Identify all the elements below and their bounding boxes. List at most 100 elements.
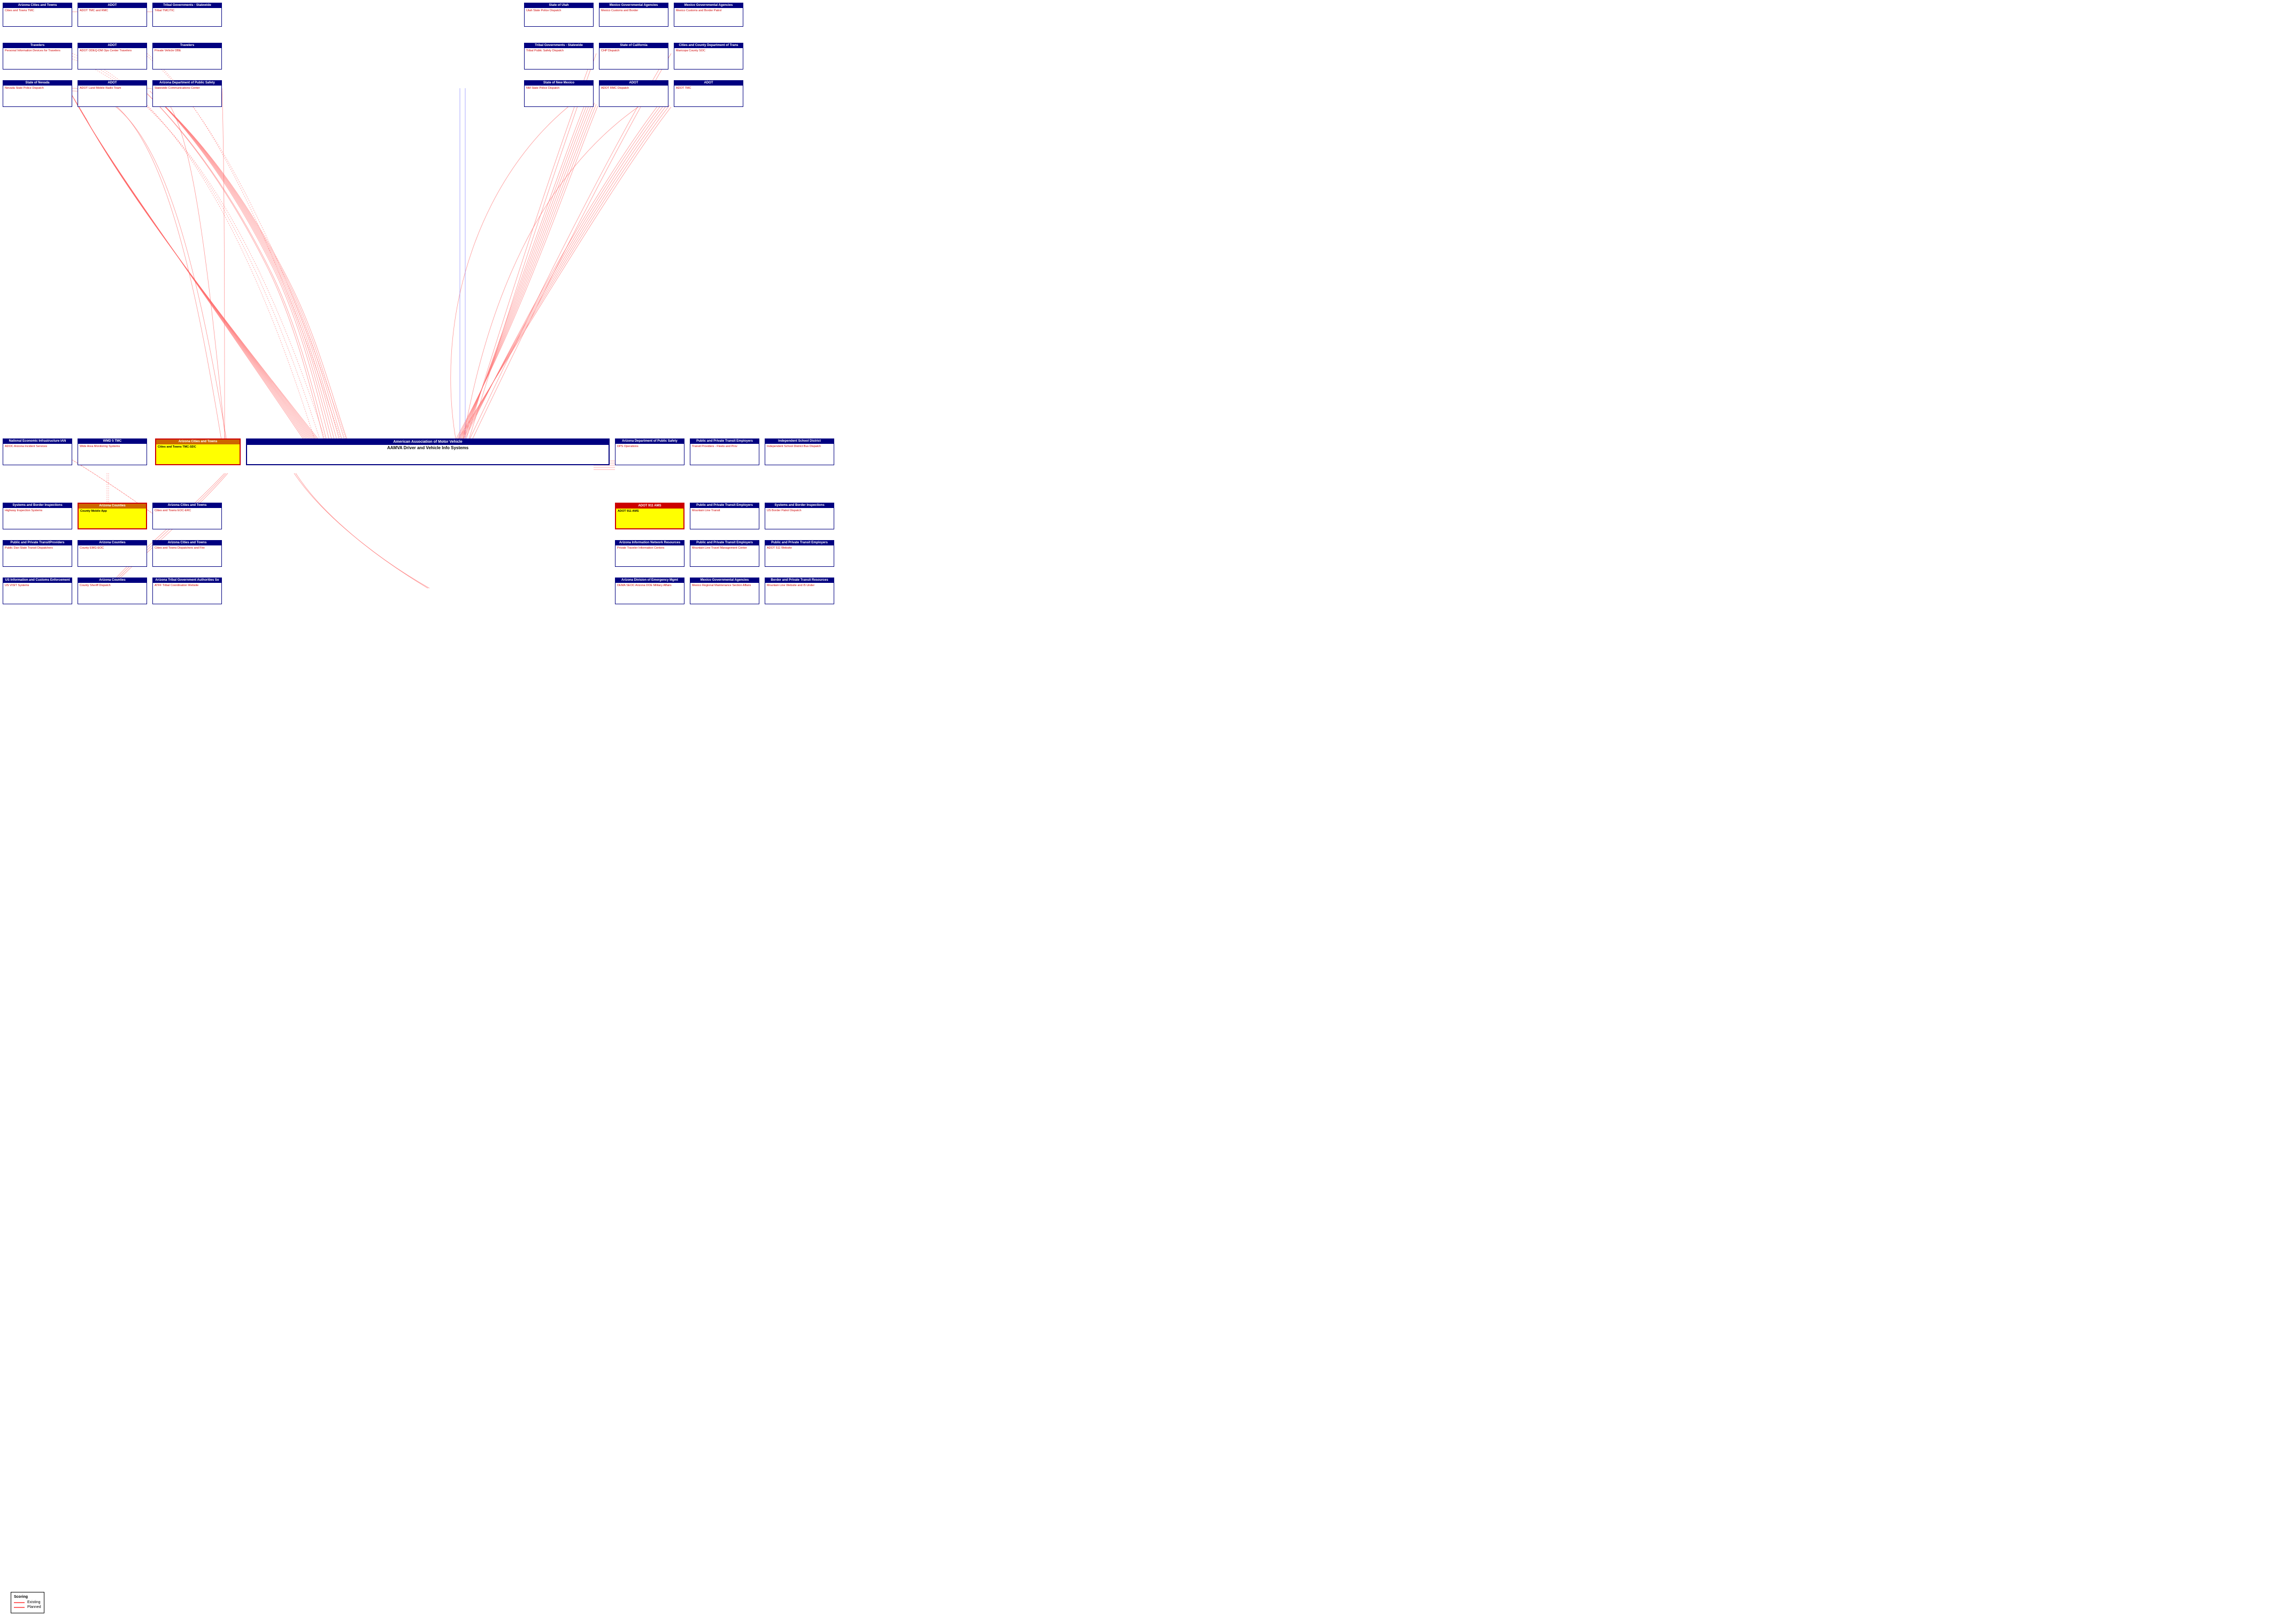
node-maricopa-soc[interactable]: Cities and County Department of Trans Ma… [674,43,743,70]
node-highway-inspection[interactable]: Systems and Border Inspections Highway I… [3,503,72,529]
node-county-emg-eoc[interactable]: Arizona Counties County EMG-EOC [78,540,147,567]
node-chp-dispatch[interactable]: State of California CHP Dispatch [599,43,668,70]
node-private-vehicle[interactable]: Travelers Private Vehicle OBE [152,43,222,70]
node-adot-odeq-body: ADOT ODEQ-DM Ops Center Travelers [80,49,145,52]
node-mountain-line-i5[interactable]: Border and Private Transit Resources Mou… [765,578,834,604]
node-public-transit-dispatch[interactable]: Public and Private TransitProviders Publ… [3,540,72,567]
node-adot-tmc-body: ADOT TMC [676,87,741,90]
node-mexico-govt-1-body: Mexico Customs and Border [601,9,666,12]
node-adoc-incident-header: Arizona Cities and Towns [156,440,240,444]
node-cities-towns-fire-header: Arizona Cities and Towns [153,541,221,545]
node-dps-ops[interactable]: Arizona Department of Public Safety DPS … [615,438,684,465]
node-tribal-coord-header: Arizona Tribal Government Authorities So [153,578,221,583]
node-adot-lmr[interactable]: ADOT ADOT Land Mobile Radio Team [78,80,147,107]
node-statewide-comm-header: Arizona Department of Public Safety [153,81,221,86]
node-mountain-line-mgmt[interactable]: Public and Private Transit Employers Mou… [690,540,759,567]
node-cities-towns-eoc-body: Cities and Towns EOC-ERC [155,509,220,512]
node-cities-towns-fire[interactable]: Arizona Cities and Towns Cities and Town… [152,540,222,567]
node-us-border-patrol-body: US Border Patrol Dispatch [767,509,832,512]
node-private-traveler-info[interactable]: Arizona Information Network Resources Pr… [615,540,684,567]
node-sheriff-dispatch[interactable]: Arizona Counties County Sheriff Dispatch [78,578,147,604]
node-mexico-regional-body: Mexico Regional Maintenance Section Affa… [692,584,757,587]
node-chp-dispatch-body: CHP Dispatch [601,49,666,52]
node-highway-inspection-body: Highway Inspection Systems [5,509,70,512]
node-school-district-dispatch[interactable]: Independent School District Independent … [765,438,834,465]
node-us-visit[interactable]: US Information and Customs Enforcement U… [3,578,72,604]
node-dps-ops-body: DPS Operations [617,445,682,448]
node-us-border-patrol[interactable]: Systems and Border Inspections US Border… [765,503,834,529]
node-adot-tmc[interactable]: ADOT ADOT TMC [674,80,743,107]
node-dps-ops-header: Arizona Department of Public Safety [616,439,684,444]
node-county-emg-eoc-header: Arizona Counties [78,541,147,545]
node-dema-header: Arizona Division of Emergency Mgmt [616,578,684,583]
node-adot-tmc-rmc[interactable]: ADOT ADOT TMC and RMC [78,3,147,27]
node-private-vehicle-header: Travelers [153,43,221,48]
node-mountain-line[interactable]: Public and Private Transit Employers Mou… [690,503,759,529]
node-tribal-coord[interactable]: Arizona Tribal Government Authorities So… [152,578,222,604]
node-dema[interactable]: Arizona Division of Emergency Mgmt DEMA … [615,578,684,604]
legend: Scoring Existing Planned [11,1592,44,1613]
node-tribal-public-safety-body: Tribal Public Safety Dispatch [526,49,591,52]
node-county-mobile-app[interactable]: Arizona Counties County Mobile App [78,503,147,529]
legend-existing-label: Existing [27,1600,41,1604]
node-adot-odeq[interactable]: ADOT ADOT ODEQ-DM Ops Center Travelers [78,43,147,70]
node-mexico-regional[interactable]: Mexico Governmental Agencies Mexico Regi… [690,578,759,604]
node-cities-towns-fire-body: Cities and Towns Dispatchers and Fire [155,547,220,550]
node-mexico-customs-border[interactable]: Mexico Governmental Agencies Mexico Cust… [674,3,743,27]
node-statewide-comm-body: Statewide Communications Center [155,87,220,90]
node-adoc-incident-body: Cities and Towns TMC-SDC [158,445,238,449]
node-maricopa-soc-body: Maricopa County SOC [676,49,741,52]
node-traveler-devices[interactable]: Travelers Personal Information Devices f… [3,43,72,70]
node-utah-state-police[interactable]: State of Utah Utah State Police Dispatch [524,3,594,27]
node-aamva[interactable]: WMD 5 TMC Wide Area Monitoring Systems [78,438,147,465]
node-cities-towns-tmc-header: Arizona Cities and Towns [3,3,72,8]
node-nm-state-police-body: NM State Police Dispatch [526,87,591,90]
legend-existing-line [14,1602,25,1603]
node-adot-tmc-header: ADOT [674,81,743,86]
node-chp-dispatch-header: State of California [599,43,668,48]
legend-planned-line [14,1607,25,1608]
node-tribal-tmc[interactable]: Tribal Governments - Statewide Tribal TM… [152,3,222,27]
connections-svg [0,0,2285,1624]
node-adot-lmr-body: ADOT Land Mobile Radio Team [80,87,145,90]
node-mexico-regional-header: Mexico Governmental Agencies [690,578,759,583]
node-sheriff-dispatch-header: Arizona Counties [78,578,147,583]
node-adot-tmc-rmc-body: ADOT TMC and RMC [80,9,145,12]
node-transit-providers-body: Transit Providers - Fleets and Prov [692,445,757,448]
node-adot-odeq-header: ADOT [78,43,147,48]
node-school-district-header: Independent School District [765,439,834,444]
node-adot-rmc-dispatch[interactable]: ADOT ADOT RMC Dispatch [599,80,668,107]
node-us-visit-header: US Information and Customs Enforcement [3,578,72,583]
node-cities-towns-tmc[interactable]: Arizona Cities and Towns Cities and Town… [3,3,72,27]
node-tribal-tmc-body: Tribal TMC/TIC [155,9,220,12]
node-highway-inspection-header: Systems and Border Inspections [3,503,72,508]
node-adot-rmc-dispatch-body: ADOT RMC Dispatch [601,87,666,90]
node-mexico-govt-1[interactable]: Mexico Governmental Agencies Mexico Cust… [599,3,668,27]
node-utah-state-police-body: Utah State Police Dispatch [526,9,591,12]
node-transit-providers[interactable]: Public and Private Transit Employers Tra… [690,438,759,465]
node-county-emg-eoc-body: County EMG-EOC [80,547,145,550]
node-adoc-incident-services[interactable]: Arizona Cities and Towns Cities and Town… [155,438,241,465]
node-tribal-public-safety[interactable]: Tribal Governments - Statewide Tribal Pu… [524,43,594,70]
node-cities-towns-tmc-body: Cities and Towns TMC [5,9,70,12]
node-wide-area-monitoring[interactable]: American Association of Motor Vehicle AA… [246,438,610,465]
node-adot-lmr-header: ADOT [78,81,147,86]
node-sheriff-dispatch-body: County Sheriff Dispatch [80,584,145,587]
node-traveler-devices-body: Personal Information Devices for Travele… [5,49,70,52]
node-cities-towns-eoc[interactable]: Arizona Cities and Towns Cities and Town… [152,503,222,529]
node-public-transit-dispatch-body: Public Dan-State Transit Dispatchers [5,547,70,550]
diagram-container: Arizona Cities and Towns Cities and Town… [0,0,2285,1624]
node-cities-towns-sdc[interactable]: National Economic Infrastructure IAN ADO… [3,438,72,465]
node-nm-state-police-header: State of New Mexico [525,81,593,86]
node-private-traveler-info-header: Arizona Information Network Resources [616,541,684,545]
node-adot-911-header: ADOT 911 AMS [616,504,683,509]
node-adot-511[interactable]: Public and Private Transit Employers ADO… [765,540,834,567]
node-statewide-comm[interactable]: Arizona Department of Public Safety Stat… [152,80,222,107]
node-adot-tmc-rmc-header: ADOT [78,3,147,8]
node-nevada-state-police[interactable]: State of Nevada Nevada State Police Disp… [3,80,72,107]
node-us-visit-body: US VISIT Systems [5,584,70,587]
node-transit-providers-header: Public and Private Transit Employers [690,439,759,444]
node-adot-911[interactable]: ADOT 911 AMS ADOT 911 AMS [615,503,684,529]
node-adot-rmc-dispatch-header: ADOT [599,81,668,86]
node-nm-state-police[interactable]: State of New Mexico NM State Police Disp… [524,80,594,107]
